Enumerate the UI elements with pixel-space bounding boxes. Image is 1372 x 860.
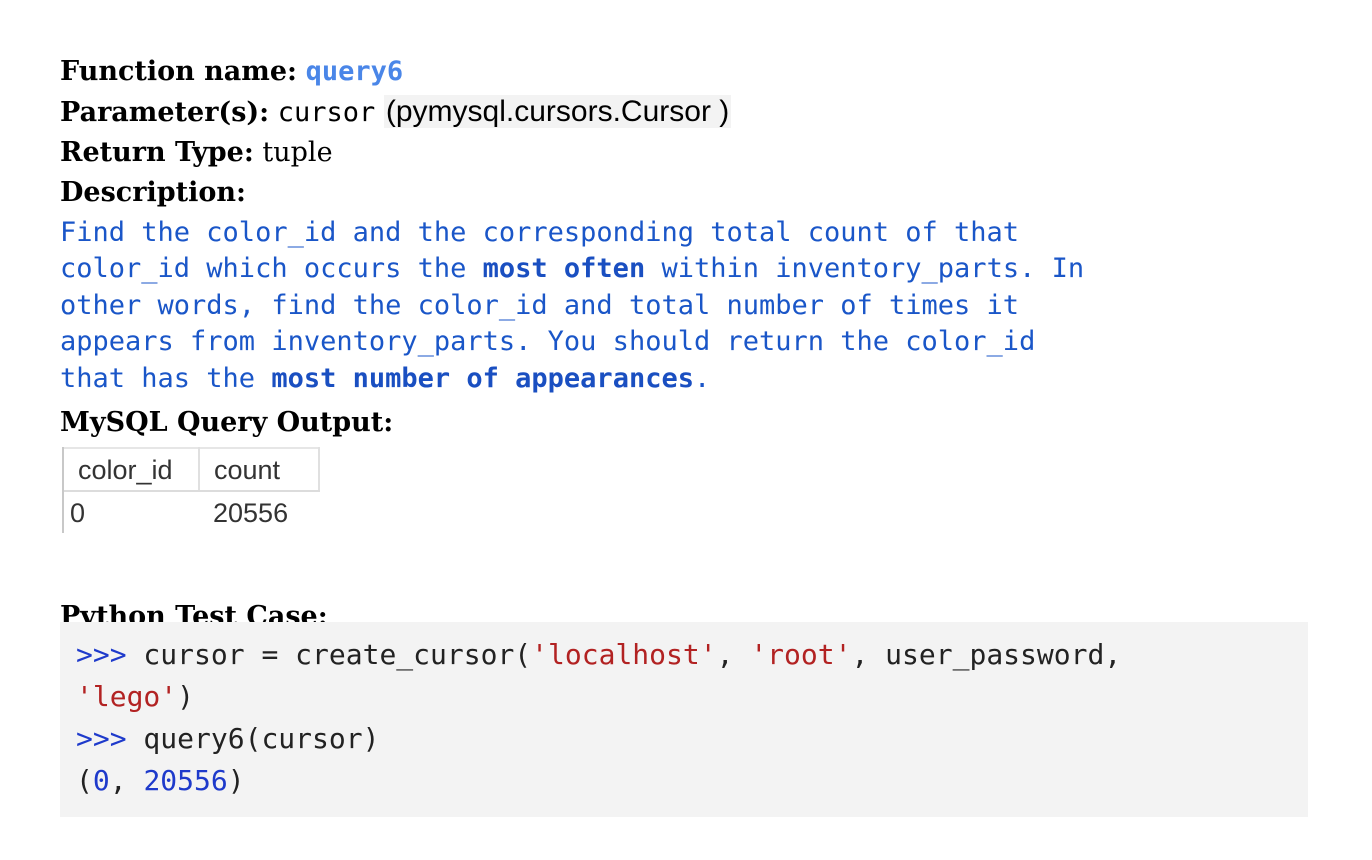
function-spec: Function name: query6 Parameter(s): curs… [60,52,1310,637]
return-type-label: Return Type: [60,137,254,168]
parameter-type: pymysql.cursors.Cursor [395,95,711,128]
cell-count[interactable]: 20556 [199,491,319,533]
table-header-row: color_id count [64,447,320,493]
test-case-code-block: >>> cursor = create_cursor('localhost' , … [60,622,1308,817]
query-output-label: MySQL Query Output: [60,407,394,439]
description-fragment: . [693,362,711,394]
description-fragment: within inventory_parts. In [645,253,1085,285]
prompt-marker: >>> [76,722,127,755]
string-literal: 'localhost' [531,638,717,671]
code-fragment: ) [177,680,195,713]
description-fragment: that has the [60,362,272,394]
description-line: other words, find the color_id and total… [60,289,1020,321]
description-emphasis: most number of appearances [271,362,694,394]
code-fragment: cursor = create_cursor( [126,638,532,671]
prompt-marker: >>> [76,638,127,671]
code-fragment: ( [76,764,93,797]
code-fragment: , [109,764,144,797]
string-literal: 'root' [750,638,852,671]
number-literal: 20556 [143,764,228,797]
function-name-line: Function name: query6 [60,52,1310,92]
parameters-label: Parameter(s): [60,97,270,128]
description-label: Description: [60,177,246,208]
cell-color-id[interactable]: 0 [64,491,199,533]
description-line: that has the most number of appearances. [60,361,1310,397]
description-line: appears from inventory_parts. You should… [60,326,1036,358]
function-name-label: Function name: [60,56,298,87]
code-fragment: , user_password, [851,638,1122,671]
description-line: Find the color_id and the corresponding … [60,217,1020,248]
description-line: color_id which occurs the most often wit… [60,251,1310,287]
description-emphasis: most often [482,253,646,285]
parameters-line: Parameter(s): cursor (pymysql.cursors.Cu… [60,92,1310,133]
function-name: query6 [305,56,404,87]
description-text: Find the color_id and the corresponding … [60,215,1310,397]
code-fragment: , [716,638,751,671]
return-type: tuple [262,137,333,168]
column-header-count[interactable]: count [199,447,320,493]
return-type-line: Return Type: tuple [60,133,1310,173]
string-literal: 'lego' [76,680,178,713]
parameter-name: cursor [277,97,376,128]
column-header-color-id[interactable]: color_id [64,447,200,493]
parameter-type-box: (pymysql.cursors.Cursor ) [383,95,732,128]
code-fragment: query6(cursor) [126,722,380,755]
parameter-open: ( [385,95,396,128]
code-text: >>> cursor = create_cursor('localhost' , … [76,634,1121,802]
table-row[interactable]: 0 20556 [64,491,319,533]
result-grid: color_id count 0 20556 [64,447,320,533]
query-output-table: color_id count 0 20556 [62,447,320,534]
description-fragment: color_id which occurs the [60,253,483,285]
parameter-close: ) [719,95,730,128]
code-fragment: ) [227,764,245,797]
number-literal: 0 [92,764,110,797]
